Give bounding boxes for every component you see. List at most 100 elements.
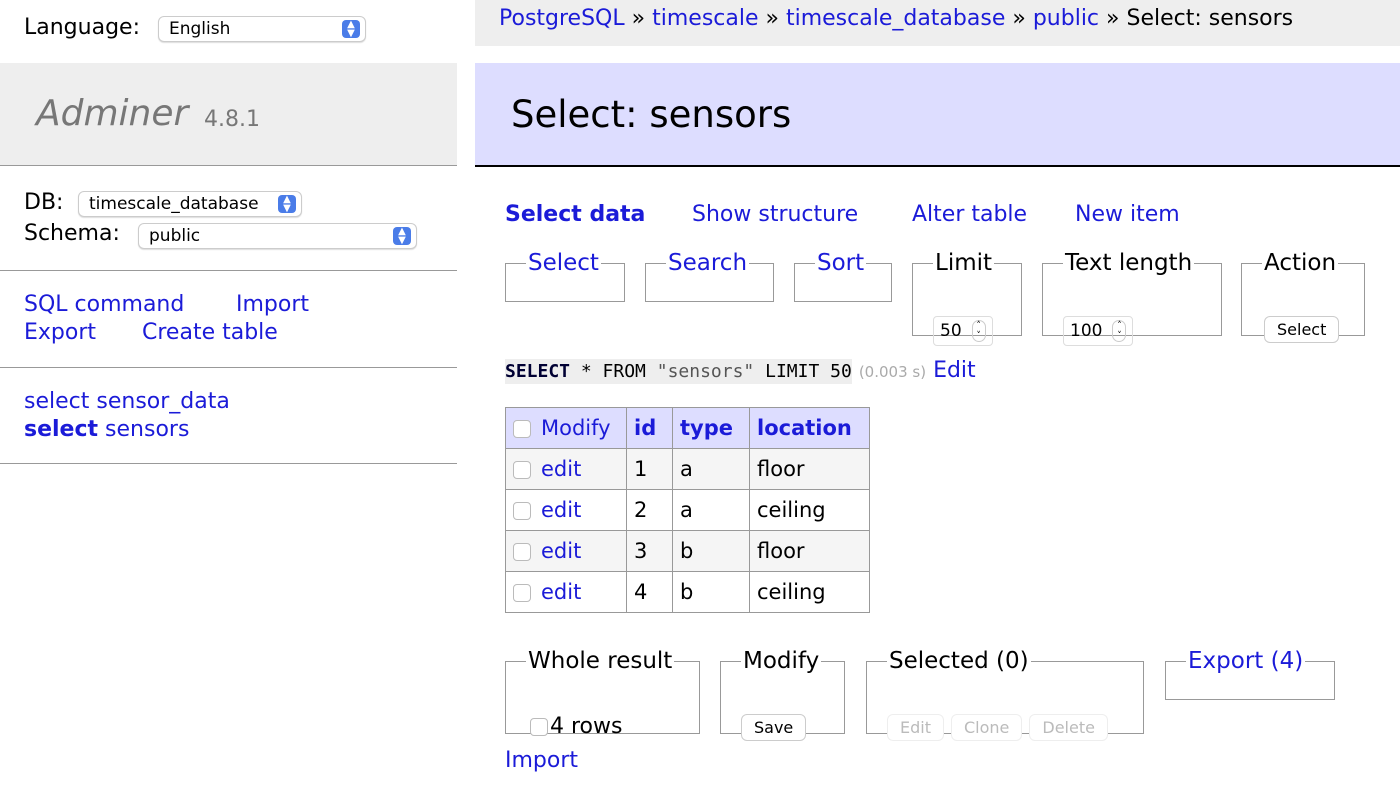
text-length-value: 100 bbox=[1070, 321, 1103, 341]
export-link[interactable]: Export bbox=[24, 320, 96, 345]
select-arrows-icon: ▲ ▼ bbox=[342, 20, 360, 39]
action-fieldset: Action Select bbox=[1241, 250, 1365, 343]
row-checkbox[interactable] bbox=[513, 461, 531, 479]
edit-row-link[interactable]: edit bbox=[541, 539, 581, 563]
sql-text: * FROM bbox=[570, 361, 657, 382]
cell-id: 2 bbox=[626, 489, 673, 531]
limit-fieldset: Limit 50 ˄ ˅ bbox=[912, 250, 1022, 346]
tab-select-data[interactable]: Select data bbox=[505, 202, 645, 227]
sql-query: SELECT * FROM "sensors" LIMIT 50 (0.003 … bbox=[505, 358, 976, 384]
breadcrumb-server[interactable]: timescale bbox=[652, 6, 758, 31]
clone-button[interactable]: Clone bbox=[950, 714, 1023, 741]
row-checkbox[interactable] bbox=[513, 584, 531, 602]
column-header-id[interactable]: id bbox=[626, 407, 673, 449]
limit-legend: Limit bbox=[935, 250, 993, 276]
modify-header[interactable]: Modify bbox=[541, 416, 611, 440]
breadcrumb-database[interactable]: timescale_database bbox=[786, 6, 1005, 31]
edit-row-link[interactable]: edit bbox=[541, 580, 581, 604]
select-fieldset: Select bbox=[505, 250, 625, 302]
table-name-link[interactable]: sensors bbox=[105, 417, 189, 442]
search-fieldset: Search bbox=[645, 250, 774, 302]
edit-button[interactable]: Edit bbox=[887, 714, 944, 741]
selected-legend: Selected (0) bbox=[889, 648, 1029, 674]
sql-string: "sensors" bbox=[656, 361, 755, 382]
modify-fieldset: Modify Save bbox=[720, 648, 845, 741]
whole-result-checkbox[interactable] bbox=[530, 718, 548, 736]
sql-text: LIMIT bbox=[754, 361, 831, 382]
export-toggle[interactable]: Export (4) bbox=[1188, 648, 1303, 674]
divider bbox=[0, 367, 457, 368]
text-length-legend: Text length bbox=[1065, 250, 1193, 276]
sort-fieldset: Sort bbox=[794, 250, 892, 302]
text-length-fieldset: Text length 100 ˄ ˅ bbox=[1042, 250, 1222, 346]
limit-input[interactable]: 50 ˄ ˅ bbox=[933, 316, 993, 346]
tab-alter-table[interactable]: Alter table bbox=[912, 202, 1027, 227]
db-value: timescale_database bbox=[89, 194, 259, 214]
select-link[interactable]: select bbox=[24, 417, 98, 442]
cell-type: a bbox=[672, 489, 750, 531]
table-link-sensor-data[interactable]: select sensor_data bbox=[24, 389, 230, 414]
row-checkbox[interactable] bbox=[513, 502, 531, 520]
logo-header: Adminer 4.8.1 bbox=[0, 63, 457, 166]
tab-new-item[interactable]: New item bbox=[1075, 202, 1180, 227]
sql-command-link[interactable]: SQL command bbox=[24, 292, 184, 317]
cell-id: 1 bbox=[626, 448, 673, 490]
table-header: Modify id type location bbox=[505, 407, 870, 449]
column-header-type[interactable]: type bbox=[672, 407, 750, 449]
breadcrumb-current: Select: sensors bbox=[1126, 6, 1294, 31]
cell-id: 4 bbox=[626, 571, 673, 613]
results-table: Modify id type location edit 1 a floor ed… bbox=[505, 407, 870, 613]
cell-type: b bbox=[672, 530, 750, 572]
divider bbox=[0, 463, 457, 464]
table-link-sensors[interactable]: select sensors bbox=[24, 417, 189, 442]
delete-button[interactable]: Delete bbox=[1029, 714, 1108, 741]
select-all-checkbox[interactable] bbox=[513, 420, 531, 438]
db-select[interactable]: timescale_database ▲ ▼ bbox=[78, 191, 302, 217]
table-row: edit 2 a ceiling bbox=[505, 489, 870, 531]
select-link[interactable]: select bbox=[24, 389, 89, 414]
select-button[interactable]: Select bbox=[1264, 316, 1340, 343]
language-value: English bbox=[169, 19, 231, 39]
breadcrumb-sep: » bbox=[631, 6, 646, 31]
table-name-link[interactable]: sensor_data bbox=[96, 389, 229, 414]
table-row: edit 3 b floor bbox=[505, 530, 870, 572]
export-fieldset: Export (4) bbox=[1165, 648, 1335, 700]
schema-label: Schema: bbox=[24, 221, 120, 246]
edit-row-link[interactable]: edit bbox=[541, 457, 581, 481]
action-legend: Action bbox=[1264, 250, 1337, 276]
sort-toggle[interactable]: Sort bbox=[817, 250, 864, 276]
search-toggle[interactable]: Search bbox=[668, 250, 747, 276]
import-link[interactable]: Import bbox=[236, 292, 309, 317]
modify-legend: Modify bbox=[743, 648, 820, 674]
select-toggle[interactable]: Select bbox=[528, 250, 599, 276]
language-select[interactable]: English ▲ ▼ bbox=[158, 16, 366, 42]
whole-result-option[interactable]: 4 rows bbox=[530, 714, 622, 739]
page-header: Select: sensors bbox=[475, 63, 1400, 167]
version: 4.8.1 bbox=[204, 107, 260, 132]
create-table-link[interactable]: Create table bbox=[142, 320, 278, 345]
cell-location: floor bbox=[749, 530, 870, 572]
selected-fieldset: Selected (0) Edit Clone Delete bbox=[866, 648, 1144, 741]
cell-type: b bbox=[672, 571, 750, 613]
save-button[interactable]: Save bbox=[741, 714, 807, 741]
column-header-location[interactable]: location bbox=[749, 407, 870, 449]
select-arrows-icon: ▲ ▼ bbox=[393, 227, 411, 246]
edit-row-link[interactable]: edit bbox=[541, 498, 581, 522]
text-length-input[interactable]: 100 ˄ ˅ bbox=[1063, 316, 1134, 346]
sql-keyword: SELECT bbox=[505, 361, 571, 382]
stepper-icon[interactable]: ˄ ˅ bbox=[1112, 320, 1127, 342]
row-checkbox[interactable] bbox=[513, 543, 531, 561]
cell-location: floor bbox=[749, 448, 870, 490]
tab-show-structure[interactable]: Show structure bbox=[692, 202, 858, 227]
db-label: DB: bbox=[24, 190, 64, 215]
edit-query-link[interactable]: Edit bbox=[933, 358, 976, 383]
schema-select[interactable]: public ▲ ▼ bbox=[138, 223, 417, 249]
breadcrumb-schema[interactable]: public bbox=[1033, 6, 1099, 31]
page-title: Select: sensors bbox=[511, 93, 792, 136]
import-bottom-link[interactable]: Import bbox=[505, 748, 578, 773]
cell-location: ceiling bbox=[749, 489, 870, 531]
schema-value: public bbox=[149, 226, 201, 246]
stepper-icon[interactable]: ˄ ˅ bbox=[971, 320, 986, 342]
breadcrumb-postgresql[interactable]: PostgreSQL bbox=[499, 6, 625, 31]
logo[interactable]: Adminer bbox=[36, 93, 188, 134]
